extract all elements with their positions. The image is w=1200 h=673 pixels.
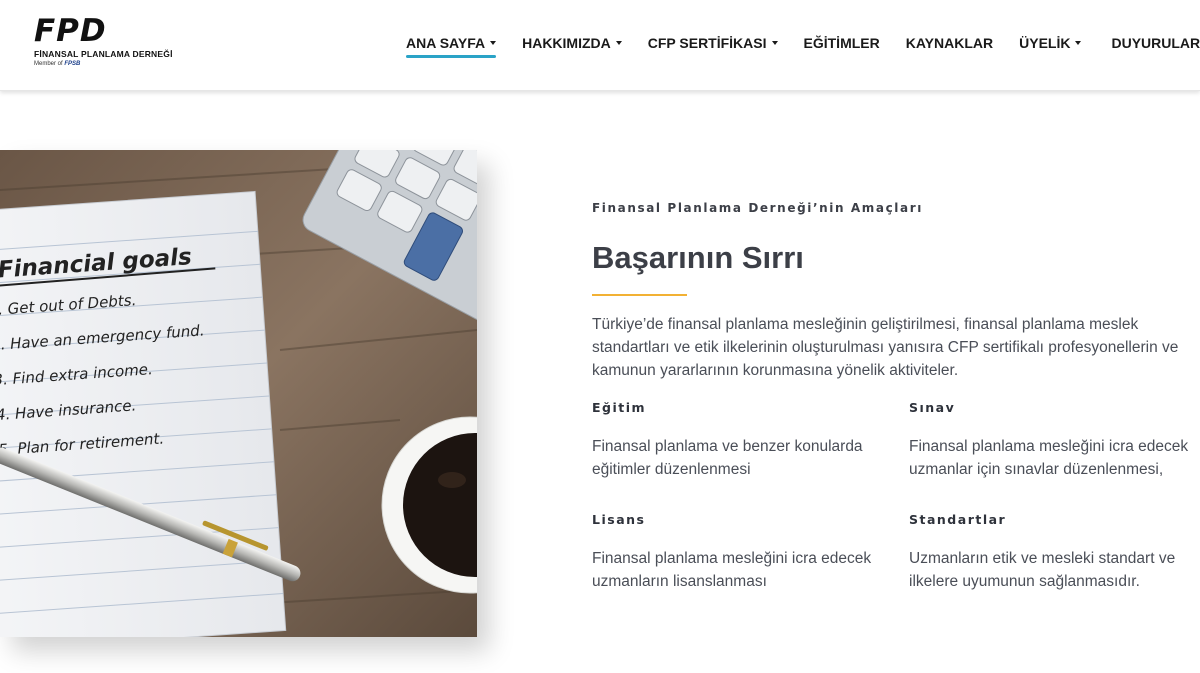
feature-title: Sınav (909, 400, 956, 415)
section-title: Başarının Sırrı (592, 240, 804, 275)
nav-item-label: ANA SAYFA (406, 35, 486, 51)
feature-text: Finansal planlama ve benzer konularda eğ… (592, 438, 863, 478)
feature-title: Lisans (592, 512, 646, 527)
caret-down-icon (1075, 41, 1082, 45)
title-accent-divider (592, 294, 687, 296)
caret-down-icon (615, 41, 622, 45)
logo-wordmark: FPD (34, 13, 107, 49)
nav-item-egitimler[interactable]: EĞİTİMLER (804, 33, 880, 53)
logo-subtitle: FİNANSAL PLANLAMA DERNEĞİ (34, 49, 173, 59)
nav-item-label: HAKKIMIZDA (522, 35, 611, 51)
nav-item-label: ÜYELİK (1019, 35, 1071, 51)
section-eyebrow: Finansal Planlama Derneği’nin Amaçları (592, 201, 923, 215)
nav-item-duyurular[interactable]: DUYURULAR (1111, 33, 1200, 53)
logo-member-line: Member of FPSB (34, 61, 174, 67)
logo-member-prefix: Member of (34, 61, 63, 67)
feature-title: Eğitim (592, 400, 647, 415)
nav-item-label: KAYNAKLAR (905, 35, 994, 51)
nav-item-uyelik[interactable]: ÜYELİK (1019, 33, 1082, 53)
nav-item-label: CFP SERTİFİKASI (647, 35, 767, 51)
feature-lisans: Lisans Finansal planlama mesleğini icra … (592, 512, 882, 593)
feature-text: Finansal planlama mesleğini icra edecek … (592, 550, 872, 590)
site-header: FPD FİNANSAL PLANLAMA DERNEĞİ Member of … (0, 0, 1200, 91)
nav-item-kaynaklar[interactable]: KAYNAKLAR (906, 33, 993, 53)
nav-item-ana-sayfa[interactable]: ANA SAYFA (406, 33, 497, 58)
caret-down-icon (490, 41, 497, 45)
section-intro: Türkiye’de finansal planlama mesleğinin … (592, 316, 1179, 379)
feature-egitim: Eğitim Finansal planlama ve benzer konul… (592, 400, 882, 481)
feature-text: Finansal planlama mesleğini icra edecek … (909, 438, 1189, 478)
feature-text: Uzmanların etik ve mesleki standart ve i… (909, 550, 1176, 590)
fpd-logo[interactable]: FPD FİNANSAL PLANLAMA DERNEĞİ Member of … (34, 16, 174, 72)
main-nav: ANA SAYFA HAKKIMIZDA CFP SERTİFİKASI EĞİ… (406, 33, 1200, 58)
logo-member-org: FPSB (64, 61, 81, 67)
nav-item-cfp-sertifikasi[interactable]: CFP SERTİFİKASI (648, 33, 778, 53)
caret-down-icon (771, 41, 778, 45)
financial-goals-photo: Financial goals 1. Get out of Debts. 2. … (0, 150, 477, 637)
nav-item-hakkimizda[interactable]: HAKKIMIZDA (522, 33, 622, 53)
feature-standartlar: Standartlar Uzmanların etik ve mesleki s… (909, 512, 1199, 593)
feature-title: Standartlar (909, 512, 1007, 527)
feature-sinav: Sınav Finansal planlama mesleğini icra e… (909, 400, 1199, 481)
nav-item-label: DUYURULAR (1111, 35, 1200, 51)
nav-item-label: EĞİTİMLER (803, 35, 880, 51)
